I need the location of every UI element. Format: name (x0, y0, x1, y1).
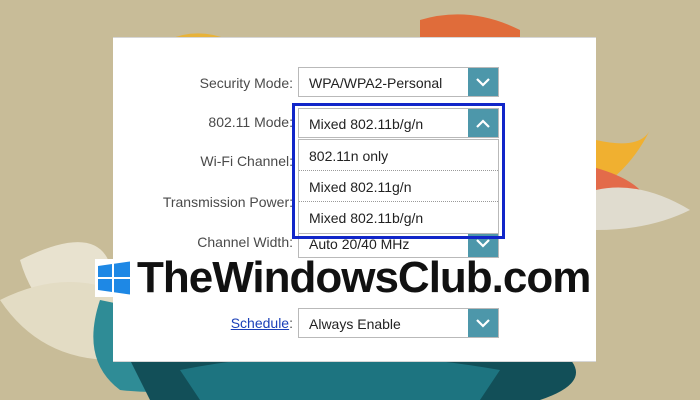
mode-80211-dropdown-list: 802.11n only Mixed 802.11g/n Mixed 802.1… (298, 139, 499, 234)
channel-width-label: Channel Width: (197, 234, 293, 250)
transmission-power-label: Transmission Power: (162, 194, 293, 210)
schedule-link[interactable]: Schedule (231, 315, 289, 331)
watermark: TheWindowsClub.com (95, 252, 592, 304)
schedule-select[interactable]: Always Enable (298, 308, 499, 338)
security-mode-select[interactable]: WPA/WPA2-Personal (298, 67, 499, 97)
chevron-up-icon[interactable] (468, 109, 498, 137)
chevron-down-icon[interactable] (468, 309, 498, 337)
dropdown-option[interactable]: Mixed 802.11g/n (299, 171, 498, 202)
mode-80211-label: 802.11 Mode: (208, 114, 293, 130)
security-mode-label: Security Mode: (199, 75, 293, 91)
watermark-text: TheWindowsClub.com (136, 252, 592, 303)
windows-logo-icon (95, 259, 133, 297)
chevron-down-icon[interactable] (468, 68, 498, 96)
dropdown-option[interactable]: Mixed 802.11b/g/n (299, 202, 498, 233)
channel-width-value: Auto 20/40 MHz (309, 236, 410, 252)
wifi-channel-label: Wi-Fi Channel: (200, 153, 293, 169)
security-mode-value: WPA/WPA2-Personal (309, 75, 443, 91)
schedule-label: Schedule: (230, 315, 293, 331)
mode-80211-select[interactable]: Mixed 802.11b/g/n (298, 108, 499, 138)
dropdown-option[interactable]: 802.11n only (299, 140, 498, 171)
schedule-value: Always Enable (309, 316, 401, 332)
mode-80211-value: Mixed 802.11b/g/n (309, 116, 424, 132)
